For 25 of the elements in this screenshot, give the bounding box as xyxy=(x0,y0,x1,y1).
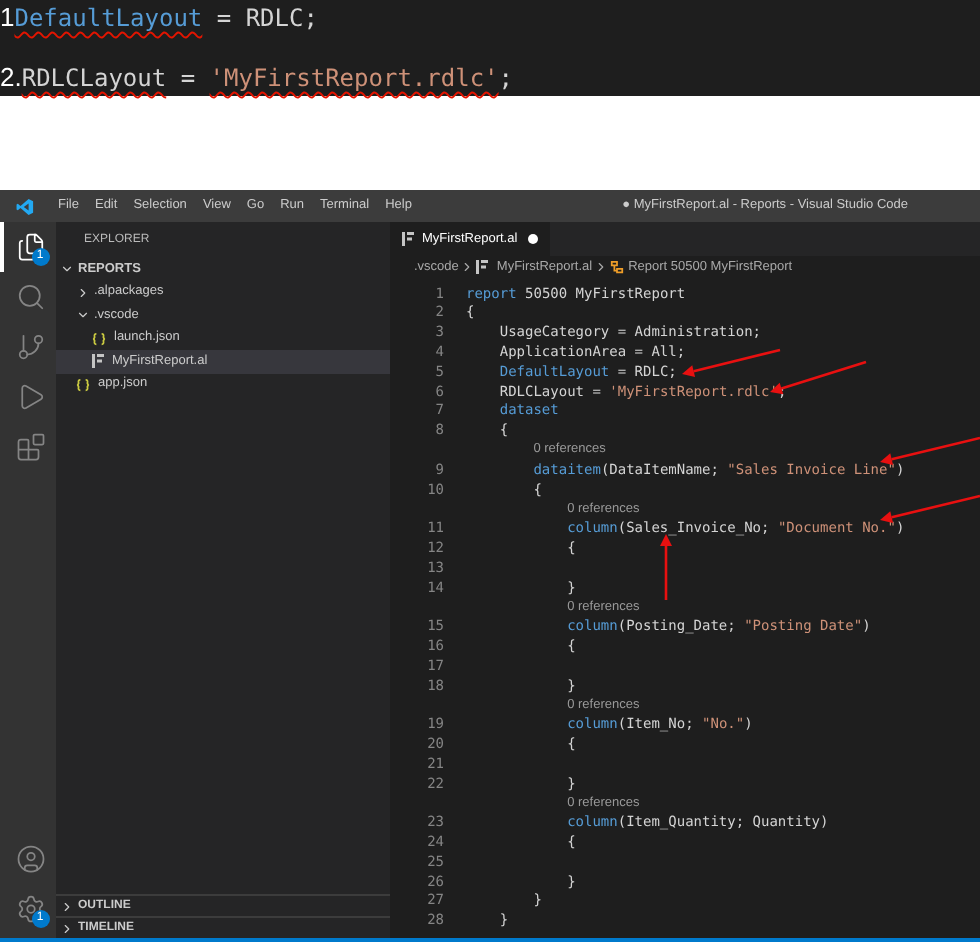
source-control-icon[interactable] xyxy=(15,332,45,362)
breadcrumb-separator-icon xyxy=(594,260,609,274)
file-lines-icon xyxy=(476,260,489,274)
extensions-icon[interactable] xyxy=(15,432,45,462)
file-lines-icon xyxy=(92,354,104,369)
symbol-icon xyxy=(610,260,625,274)
run-icon[interactable] xyxy=(15,382,45,412)
file-lines-icon xyxy=(402,232,414,246)
annotation-arrow xyxy=(880,436,980,466)
app-logo xyxy=(16,197,34,215)
code-line: RDLCLayout = 'MyFirstReport.rdlc'; xyxy=(21,64,514,94)
chevron-right-icon xyxy=(76,285,90,300)
search-icon[interactable] xyxy=(15,282,45,312)
line-number: 2. xyxy=(0,62,22,92)
chevron-down-icon xyxy=(76,308,90,323)
braces-icon xyxy=(92,331,106,346)
braces-icon xyxy=(76,377,90,392)
chevron-down-icon xyxy=(60,262,74,277)
annotation-arrow xyxy=(880,494,980,524)
annotation-arrow xyxy=(682,348,781,377)
line-number: 1 xyxy=(0,2,15,32)
annotation-arrow xyxy=(660,534,672,600)
code-line: DefaultLayout = RDLC; xyxy=(14,4,318,34)
breadcrumb-separator-icon xyxy=(460,260,475,274)
account-icon[interactable] xyxy=(15,844,45,874)
